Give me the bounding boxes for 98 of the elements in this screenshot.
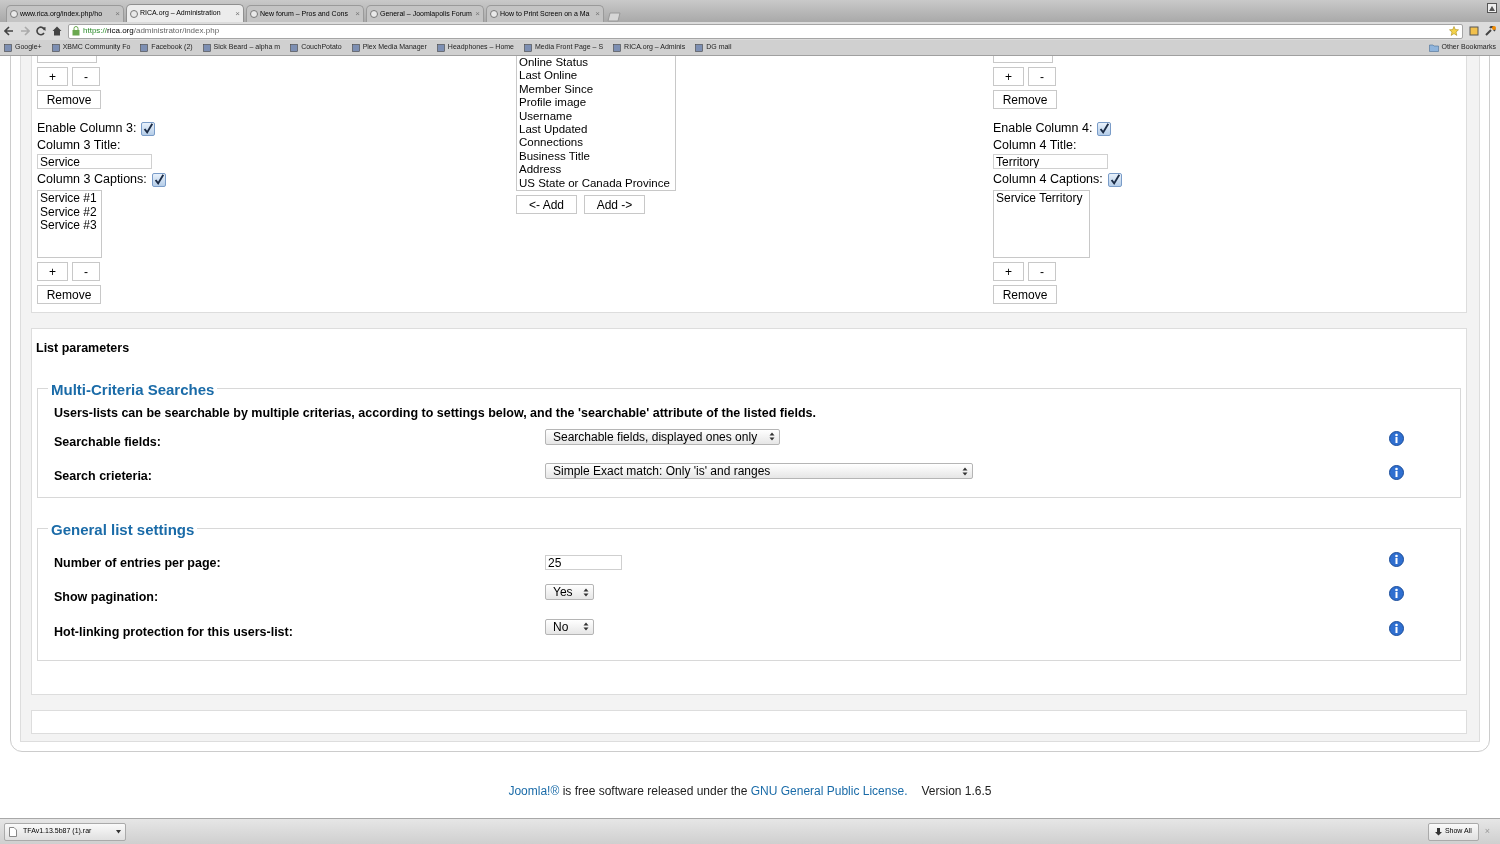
caret-icon bbox=[116, 829, 121, 834]
site-icon bbox=[436, 43, 445, 52]
list-item[interactable]: Last Online bbox=[519, 69, 673, 83]
text-field[interactable]: 25 bbox=[545, 555, 622, 571]
wrench-icon bbox=[1485, 26, 1496, 36]
forward-icon bbox=[20, 26, 30, 36]
dropdown[interactable]: Simple Exact match: Only 'is' and ranges bbox=[545, 463, 973, 479]
info-icon bbox=[1389, 430, 1404, 446]
button[interactable]: Add -> bbox=[584, 195, 645, 215]
label: Searchable fields: bbox=[54, 433, 162, 451]
label: Number of entries per page: bbox=[54, 554, 222, 572]
info-icon bbox=[1389, 586, 1404, 602]
button[interactable]: - bbox=[1028, 262, 1056, 281]
label: Enable Column 3: bbox=[37, 121, 137, 136]
link[interactable]: Joomla!® bbox=[508, 784, 560, 798]
site-icon bbox=[4, 43, 12, 52]
site-icon bbox=[524, 43, 532, 52]
info-icon bbox=[1389, 465, 1404, 480]
footer-text: Joomla!® is free software released under the GNU General Public License. bbox=[508, 783, 908, 800]
file-icon bbox=[9, 826, 17, 837]
button[interactable]: <- Add bbox=[516, 195, 577, 215]
checkbox[interactable] bbox=[1097, 121, 1112, 136]
folder-icon bbox=[1428, 43, 1439, 52]
globe-icon bbox=[10, 10, 18, 18]
site-icon bbox=[695, 43, 704, 52]
list-item[interactable]: Last Updated bbox=[519, 123, 673, 137]
list-item[interactable]: Service Territory bbox=[996, 192, 1087, 206]
updown-icon bbox=[583, 587, 589, 597]
list-item[interactable]: Service #3 bbox=[40, 219, 99, 233]
info-icon bbox=[1389, 551, 1404, 567]
list-item[interactable]: Service #1 bbox=[40, 192, 99, 206]
back-icon bbox=[4, 26, 14, 36]
list-item[interactable]: Service #2 bbox=[40, 205, 99, 219]
label: Column 3 Captions: bbox=[37, 172, 147, 187]
list-item[interactable]: US State or Canada Province bbox=[519, 176, 673, 191]
section-title: List parameters bbox=[36, 340, 131, 357]
text-field[interactable]: Territory bbox=[993, 154, 1108, 169]
label: Show pagination: bbox=[54, 589, 160, 607]
button[interactable]: + bbox=[37, 67, 68, 86]
button[interactable]: Remove bbox=[993, 285, 1057, 304]
button[interactable]: Remove bbox=[37, 285, 101, 304]
site-icon bbox=[613, 43, 622, 52]
list-item[interactable]: Member Since bbox=[519, 82, 673, 97]
updown-icon bbox=[962, 466, 968, 476]
site-icon bbox=[202, 43, 211, 52]
label: Column 4 Title: bbox=[993, 138, 1078, 153]
checkbox[interactable] bbox=[1107, 172, 1122, 187]
version-text: Version 1.6.5 bbox=[921, 783, 992, 800]
address-bar[interactable]: https://rica.org/administrator/index.php bbox=[68, 23, 1463, 39]
button[interactable]: - bbox=[72, 262, 100, 281]
globe-icon bbox=[370, 10, 378, 18]
list-item[interactable]: Username bbox=[519, 109, 673, 124]
list-box[interactable]: Service #1 Service #2 Service #3 bbox=[37, 190, 102, 258]
list-box[interactable]: Online Status Last Online Member Since Profile image Username Last Updated Connections Business Title Address US State or Canada Province bbox=[516, 56, 676, 192]
dropdown[interactable]: Yes bbox=[545, 584, 594, 601]
button[interactable]: Remove bbox=[37, 90, 101, 109]
list-item[interactable]: Profile image bbox=[519, 96, 673, 110]
list-item[interactable]: Address bbox=[519, 163, 673, 177]
download-icon bbox=[1434, 827, 1442, 836]
updown-icon bbox=[583, 622, 589, 632]
list-item[interactable]: Connections bbox=[519, 136, 673, 150]
label: Search crieteria: bbox=[54, 468, 153, 485]
label: Column 3 Title: bbox=[37, 138, 122, 153]
site-icon bbox=[290, 43, 299, 52]
text-field[interactable]: Service bbox=[37, 154, 152, 169]
window-icon bbox=[1487, 3, 1497, 13]
info-icon bbox=[1389, 620, 1404, 636]
globe-icon bbox=[490, 10, 498, 18]
site-icon bbox=[140, 43, 149, 52]
list-box[interactable]: Service Territory bbox=[993, 190, 1090, 258]
page-icon bbox=[1469, 26, 1479, 36]
checkbox[interactable] bbox=[151, 172, 166, 187]
label: Hot-linking protection for this users-list: bbox=[54, 623, 294, 641]
label: Enable Column 4: bbox=[993, 121, 1093, 136]
button[interactable]: - bbox=[1028, 67, 1056, 86]
button[interactable]: + bbox=[993, 67, 1024, 86]
description: Users-lists can be searchable by multiple criterias, according to settings below, and the 'searchable' attribute of the listed fields. bbox=[53, 404, 817, 422]
button[interactable]: - bbox=[72, 67, 100, 86]
button[interactable]: + bbox=[37, 262, 68, 281]
globe-icon bbox=[130, 9, 138, 18]
star-icon bbox=[1449, 26, 1459, 36]
site-icon bbox=[351, 43, 360, 52]
button[interactable]: Remove bbox=[993, 90, 1057, 109]
list-item[interactable]: Business Title bbox=[519, 149, 673, 164]
dropdown[interactable]: No bbox=[545, 618, 594, 635]
label: Column 4 Captions: bbox=[993, 172, 1103, 187]
home-icon bbox=[52, 26, 62, 36]
updown-icon bbox=[769, 432, 775, 441]
list-item[interactable]: Online Status bbox=[519, 56, 673, 70]
site-icon bbox=[51, 43, 60, 52]
close-icon[interactable]: × bbox=[235, 7, 240, 20]
link[interactable]: GNU General Public License. bbox=[750, 784, 908, 798]
reload-icon bbox=[36, 26, 46, 36]
globe-icon bbox=[250, 10, 258, 18]
lock-icon bbox=[72, 26, 80, 36]
dropdown[interactable]: Searchable fields, displayed ones only bbox=[545, 428, 780, 445]
button[interactable]: + bbox=[993, 262, 1024, 281]
checkbox[interactable] bbox=[141, 121, 156, 136]
